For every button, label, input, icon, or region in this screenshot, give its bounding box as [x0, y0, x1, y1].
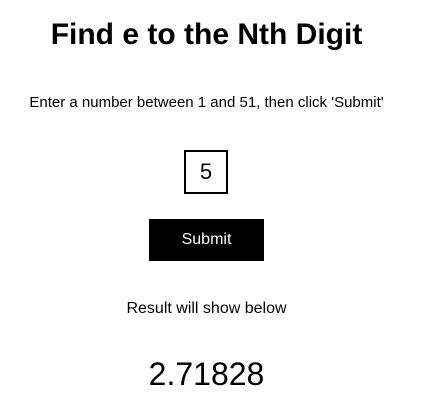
digit-count-input[interactable] — [184, 150, 228, 194]
result-label: Result will show below — [126, 300, 287, 317]
instructions-text: Enter a number between 1 and 51, then cl… — [29, 94, 384, 111]
submit-button[interactable]: Submit — [149, 219, 264, 261]
page: Find e to the Nth Digit Enter a number b… — [0, 0, 431, 411]
result-value: 2.71828 — [148, 356, 265, 392]
page-title: Find e to the Nth Digit — [50, 18, 363, 51]
